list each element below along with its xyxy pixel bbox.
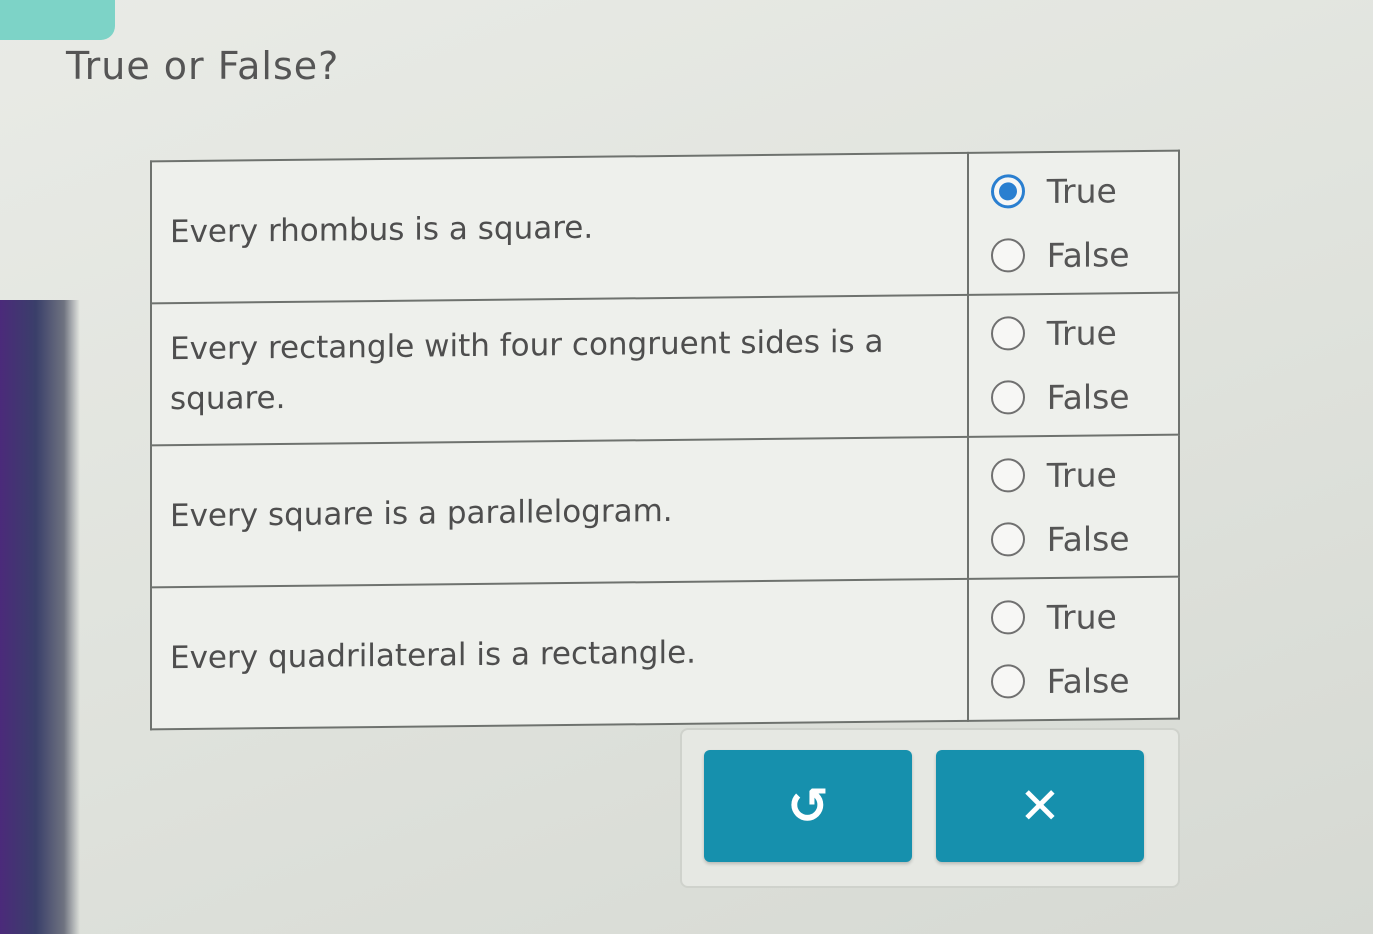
- row2-false-label: False: [1046, 376, 1130, 417]
- row4-false-radio[interactable]: [990, 664, 1025, 699]
- row2-false-radio[interactable]: [990, 380, 1025, 415]
- row1-false-label: False: [1046, 234, 1130, 275]
- action-panel: ↺ ✕: [680, 728, 1180, 888]
- choice-cell-3: True False: [967, 434, 1179, 579]
- row1-true-option[interactable]: True: [990, 158, 1178, 224]
- choice-cell-4: True False: [967, 576, 1179, 721]
- choice-cell-2: True False: [967, 292, 1179, 437]
- undo-button[interactable]: ↺: [704, 750, 912, 862]
- row1-false-option[interactable]: False: [990, 222, 1178, 288]
- row3-false-option[interactable]: False: [990, 506, 1178, 572]
- row4-false-label: False: [1046, 660, 1130, 701]
- row3-false-radio[interactable]: [990, 522, 1025, 557]
- row2-true-radio[interactable]: [990, 316, 1025, 351]
- close-icon: ✕: [1019, 777, 1061, 835]
- row4-false-option[interactable]: False: [990, 648, 1178, 714]
- background-edge: [0, 300, 80, 934]
- row1-true-label: True: [1046, 170, 1117, 211]
- row4-true-radio[interactable]: [990, 600, 1025, 635]
- row3-false-label: False: [1046, 518, 1130, 559]
- table-row: Every square is a parallelogram. True Fa…: [151, 434, 1179, 588]
- row2-true-option[interactable]: True: [990, 300, 1178, 366]
- row4-true-option[interactable]: True: [990, 584, 1178, 650]
- table-row: Every rectangle with four congruent side…: [151, 292, 1179, 446]
- row1-true-radio[interactable]: [990, 174, 1025, 209]
- page-title: True or False?: [66, 44, 340, 88]
- row3-true-option[interactable]: True: [990, 442, 1178, 508]
- row3-true-radio[interactable]: [990, 458, 1025, 493]
- row2-false-option[interactable]: False: [990, 364, 1178, 430]
- clear-button[interactable]: ✕: [936, 750, 1144, 862]
- choice-cell-1: True False: [967, 150, 1179, 295]
- table-row: Every rhombus is a square. True False: [151, 150, 1179, 304]
- row1-false-radio[interactable]: [990, 238, 1025, 273]
- statement-1: Every rhombus is a square.: [151, 152, 968, 304]
- corner-tab: ▼: [0, 0, 115, 40]
- row2-true-label: True: [1046, 312, 1117, 353]
- statement-3: Every square is a parallelogram.: [151, 436, 968, 588]
- true-false-table: Every rhombus is a square. True False Ev…: [150, 149, 1180, 731]
- table-row: Every quadrilateral is a rectangle. True…: [151, 576, 1179, 730]
- undo-icon: ↺: [787, 777, 829, 835]
- statement-4: Every quadrilateral is a rectangle.: [151, 578, 968, 730]
- row3-true-label: True: [1046, 454, 1117, 495]
- row4-true-label: True: [1046, 596, 1117, 637]
- statement-2: Every rectangle with four congruent side…: [151, 294, 968, 446]
